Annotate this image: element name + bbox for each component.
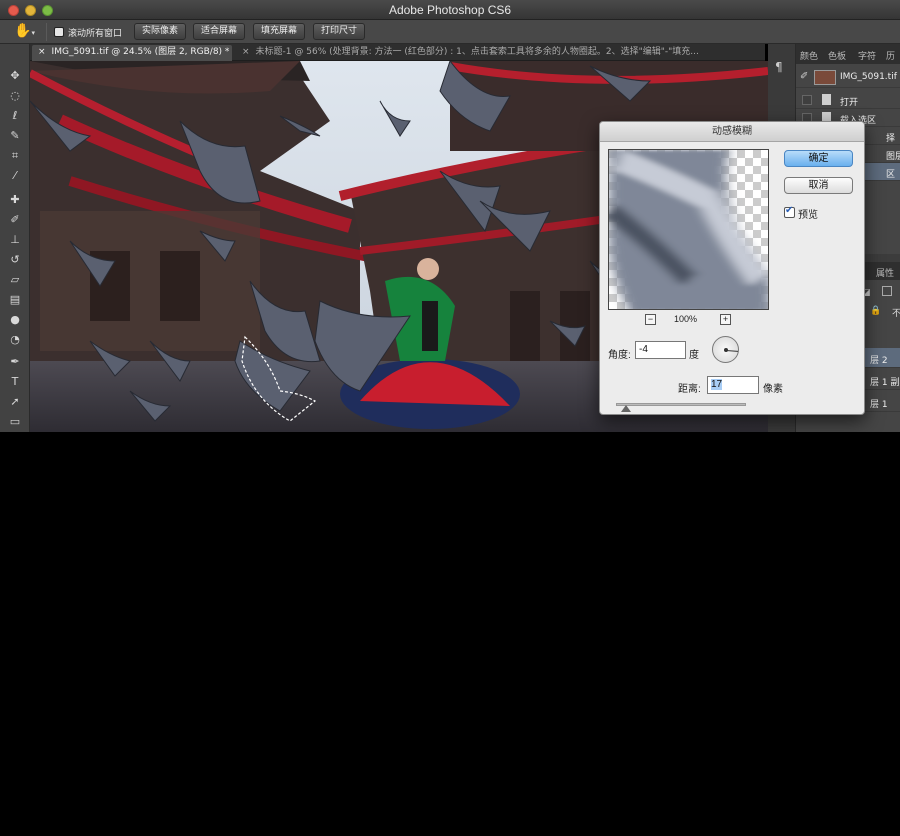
ok-button[interactable]: 确定 — [784, 150, 853, 167]
clone-stamp-tool-icon[interactable]: ⊥ — [6, 232, 24, 248]
history-brush-source-icon: ✐ — [800, 71, 809, 82]
cancel-button[interactable]: 取消 — [784, 177, 853, 194]
tab-label: IMG_5091.tif @ 24.5% (图层 2, RGB/8) * — [51, 47, 230, 57]
preview-zoom-level: 100% — [674, 314, 698, 324]
snapshot-thumbnail — [814, 70, 836, 85]
layer-name: 层 1 — [870, 400, 888, 410]
actual-pixels-button[interactable]: 实际像素 — [134, 23, 186, 40]
history-snapshot[interactable]: ✐ IMG_5091.tif — [796, 68, 900, 88]
eyedropper-tool-icon[interactable]: ⁄ — [6, 168, 24, 184]
history-item-label: 图层 — [886, 152, 900, 162]
options-bar: ✋▾ 滚动所有窗口 实际像素 适合屏幕 填充屏幕 打印尺寸 — [0, 20, 900, 44]
path-selection-tool-icon[interactable]: ➚ — [6, 394, 24, 410]
rectangle-tool-icon[interactable]: ▭ — [6, 414, 24, 430]
distance-slider-thumb[interactable] — [621, 405, 631, 412]
paragraph-panel-icon[interactable]: ¶ — [775, 60, 783, 74]
blur-tool-icon[interactable]: ● — [6, 312, 24, 328]
print-size-button[interactable]: 打印尺寸 — [313, 23, 365, 40]
history-item-label: 打开 — [840, 98, 859, 108]
brush-tool-icon[interactable]: ✐ — [6, 212, 24, 228]
document-tabs: × IMG_5091.tif @ 24.5% (图层 2, RGB/8) * × 未… — [30, 44, 765, 61]
tab-img-5091[interactable]: × IMG_5091.tif @ 24.5% (图层 2, RGB/8) * — [32, 45, 232, 61]
tab-character[interactable]: 字符 — [858, 49, 876, 62]
preview-checkbox[interactable] — [784, 205, 795, 218]
quick-selection-tool-icon[interactable]: ✎ — [6, 128, 24, 144]
preview-image — [609, 150, 768, 309]
history-item-label: 择 — [886, 134, 896, 144]
close-tab-icon[interactable]: × — [242, 47, 250, 57]
angle-label: 角度: — [608, 350, 631, 361]
tab-swatches[interactable]: 色板 — [828, 49, 846, 62]
history-item-label: IMG_5091.tif — [840, 72, 897, 82]
history-panel-tabs: 颜色 色板 字符 历史 — [796, 44, 900, 75]
tab-properties[interactable]: 属性 — [876, 266, 894, 279]
distance-label: 距离: — [678, 384, 701, 395]
dodge-tool-icon[interactable]: ◔ — [6, 332, 24, 348]
dialog-title: 动感模糊 — [600, 122, 864, 142]
angle-dial[interactable] — [712, 336, 739, 363]
zoom-out-button[interactable]: − — [645, 314, 656, 325]
distance-input[interactable]: 17 — [707, 376, 759, 394]
options-separator — [46, 23, 47, 41]
preview-label: 预览 — [798, 210, 818, 221]
eraser-tool-icon[interactable]: ▱ — [6, 272, 24, 288]
marquee-tool-icon[interactable]: ◌ — [6, 88, 24, 104]
angle-unit-label: 度 — [689, 350, 699, 361]
hand-tool-preset-icon[interactable]: ✋▾ — [14, 23, 40, 41]
distance-value: 17 — [711, 379, 723, 390]
layer-name: 层 2 — [870, 356, 888, 366]
fill-screen-button[interactable]: 填充屏幕 — [253, 23, 305, 40]
distance-slider-track[interactable] — [616, 403, 746, 406]
type-tool-icon[interactable]: T — [6, 374, 24, 390]
close-tab-icon[interactable]: × — [38, 47, 46, 57]
opacity-label: 不 — [892, 309, 900, 319]
pen-tool-icon[interactable]: ✒ — [6, 354, 24, 370]
angle-input[interactable]: -4 — [635, 341, 686, 359]
angle-dial-center — [724, 348, 728, 352]
zoom-in-button[interactable]: + — [720, 314, 731, 325]
crop-tool-icon[interactable]: ⌗ — [6, 148, 24, 164]
app-title: Adobe Photoshop CS6 — [388, 3, 512, 17]
history-item[interactable]: 打开 — [796, 91, 900, 109]
healing-brush-tool-icon[interactable]: ✚ — [6, 192, 24, 208]
filter-preview[interactable] — [608, 149, 769, 310]
gradient-tool-icon[interactable]: ▤ — [6, 292, 24, 308]
layer-name: 层 1 副本 — [870, 378, 900, 388]
distance-unit-label: 像素 — [763, 384, 783, 395]
tools-panel: ✥ ◌ ℓ ✎ ⌗ ⁄ ✚ ✐ ⊥ ↺ ▱ ▤ ● ◔ ✒ T ➚ ▭ — [0, 44, 30, 432]
tab-color[interactable]: 颜色 — [800, 49, 818, 62]
lock-icon[interactable]: 🔒 — [870, 306, 881, 316]
fit-screen-button[interactable]: 适合屏幕 — [193, 23, 245, 40]
history-brush-tool-icon[interactable]: ↺ — [6, 252, 24, 268]
motion-blur-dialog: 动感模糊 − 100% + 确定 取消 预览 角度: -4 度 — [599, 121, 865, 415]
title-bar: Adobe Photoshop CS6 — [0, 0, 900, 20]
lasso-tool-icon[interactable]: ℓ — [6, 108, 24, 124]
history-item-label: 区 — [886, 170, 896, 180]
scroll-all-windows-checkbox[interactable] — [54, 27, 64, 37]
tab-untitled-1[interactable]: × 未标题-1 @ 56% (处理背景: 方法一 (红色部分) : 1、点击套索工… — [236, 45, 760, 61]
filter-toggle-icon[interactable] — [882, 286, 892, 296]
scroll-all-windows-label: 滚动所有窗口 — [68, 29, 123, 39]
history-state-icon — [822, 94, 831, 105]
history-source-box[interactable] — [802, 95, 812, 105]
tab-label: 未标题-1 @ 56% (处理背景: 方法一 (红色部分) : 1、点击套索工具… — [255, 47, 699, 57]
move-tool-icon[interactable]: ✥ — [6, 68, 24, 84]
